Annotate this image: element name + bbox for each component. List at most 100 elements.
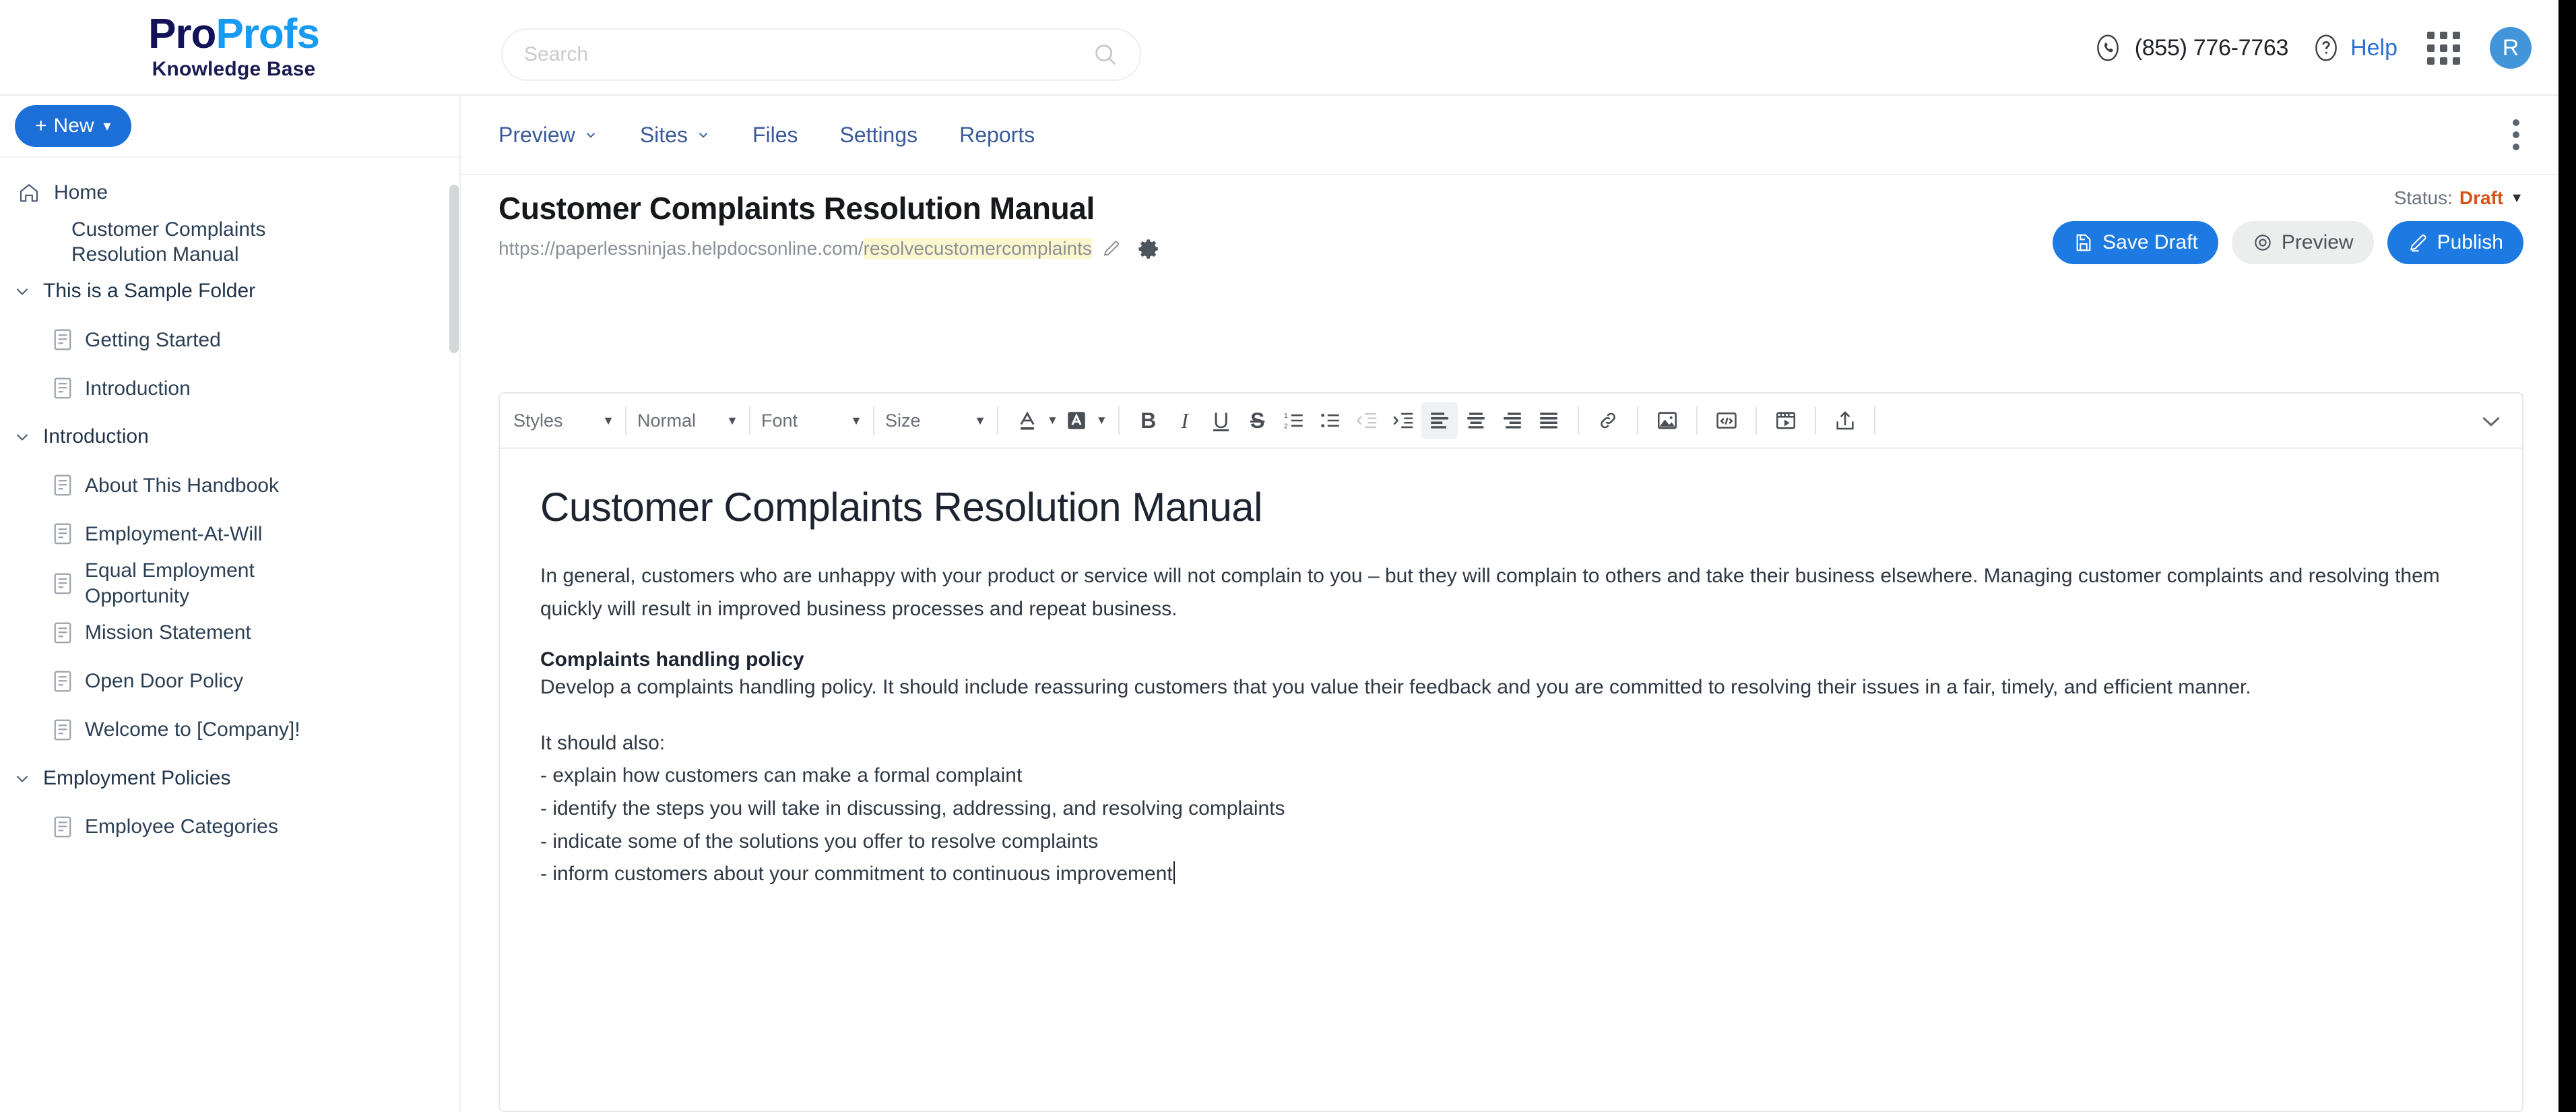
source-code-icon[interactable] [1708,402,1745,439]
svg-text:2: 2 [1284,423,1288,430]
new-button-plus: + [35,115,47,137]
background-color-group[interactable]: ▼ [1058,402,1107,439]
paragraph-format-dropdown[interactable]: Normal ▼ [637,403,738,438]
indent-icon[interactable] [1385,402,1421,439]
sidebar-item-this-is-a-sample-folder[interactable]: This is a Sample Folder [0,267,459,315]
strikethrough-icon[interactable]: S [1239,402,1276,439]
sidebar-item-employment-at-will[interactable]: Employment-At-Will [0,509,459,558]
search-input[interactable] [524,43,1093,66]
sidebar-item-label: Equal Employment Opportunity [85,559,255,607]
bold-icon[interactable]: B [1130,402,1167,439]
content-list-item-text: - inform customers about your commitment… [540,863,1173,886]
search-bar[interactable] [501,28,1141,81]
content-subheading: Complaints handling policy [540,648,804,671]
caret-down-icon: ▼ [2510,190,2523,206]
toolbar-divider [1755,406,1757,435]
sidebar-item-employment-policies[interactable]: Employment Policies [0,754,459,803]
content-list-item: - identify the steps you will take in di… [540,797,1285,820]
document-icon [54,671,71,692]
align-right-icon[interactable] [1494,402,1531,439]
button-label: Preview [2281,231,2354,253]
tab-files[interactable]: Files [752,123,798,148]
editor-toolbar: Styles ▼ Normal ▼ Font ▼ Size ▼ ▼ ▼ B I … [500,394,2522,449]
sidebar-tree: Home Customer Complaints Resolution Manu… [0,158,459,1108]
apps-grid-icon[interactable] [2427,31,2460,65]
more-vertical-icon[interactable] [2513,119,2519,150]
font-dropdown[interactable]: Font ▼ [761,403,862,438]
phone-link[interactable]: (855) 776-7763 [2093,33,2288,63]
outdent-icon[interactable] [1349,402,1385,439]
publish-button[interactable]: Publish [2387,221,2523,264]
app-logo[interactable]: ProProfs Knowledge Base [0,0,461,95]
text-color-icon[interactable] [1009,402,1045,439]
sidebar-item-employee-categories[interactable]: Employee Categories [0,803,459,851]
sidebar-item-open-door-policy[interactable]: Open Door Policy [0,657,459,706]
video-icon[interactable] [1768,402,1804,439]
sidebar-item-about-this-handbook[interactable]: About This Handbook [0,461,459,509]
sidebar-item-customer-complaints-resolution-manual[interactable]: Customer Complaints Resolution Manual [0,217,459,267]
image-icon[interactable] [1649,402,1685,439]
text-cursor [1173,861,1175,885]
new-button-label: New [53,115,94,137]
link-icon[interactable] [1590,402,1626,439]
sidebar-item-label: Customer Complaints Resolution Manual [71,218,266,266]
toolbar-expand-chevron-down-icon[interactable] [2478,407,2505,434]
bulleted-list-icon[interactable] [1312,402,1349,439]
sidebar-item-introduction-folder[interactable]: Introduction [0,412,459,461]
sidebar-scrollbar[interactable] [449,185,459,353]
align-justify-icon[interactable] [1531,402,1567,439]
caret-down-icon[interactable]: ▼ [1047,414,1058,427]
tab-sites[interactable]: Sites [640,123,711,148]
document-icon [54,622,71,644]
tab-label: Files [752,122,798,147]
document-icon [54,378,71,399]
sidebar-item-introduction[interactable]: Introduction [0,364,459,412]
underline-icon[interactable]: U [1203,402,1239,439]
new-button-row: + New ▾ [0,96,459,158]
tab-reports[interactable]: Reports [959,123,1035,148]
pencil-icon[interactable] [1101,239,1122,259]
content-list-item: - explain how customers can make a forma… [540,764,1023,787]
avatar[interactable]: R [2490,27,2532,69]
gear-icon[interactable] [1138,237,1161,260]
preview-button[interactable]: Preview [2231,221,2374,264]
logo-profs-text: Profs [216,11,319,57]
save-draft-button[interactable]: Save Draft [2053,221,2218,264]
editor-content[interactable]: Customer Complaints Resolution Manual In… [500,449,2522,891]
tab-label: Preview [498,122,575,147]
sidebar-item-equal-employment-opportunity[interactable]: Equal Employment Opportunity [0,558,459,608]
document-actions: Status: Draft ▼ Save Draft Preview Publi… [2053,187,2523,264]
help-link[interactable]: Help [2311,33,2397,63]
status-badge[interactable]: Status: Draft ▼ [2053,187,2523,209]
new-button[interactable]: + New ▾ [15,105,131,147]
background-color-icon[interactable] [1058,402,1095,439]
align-left-icon[interactable] [1421,402,1458,439]
toolbar-divider [873,406,874,435]
content-list-item-last: - inform customers about your commitment… [540,858,2482,891]
main-panel: Preview Sites Files Settings Reports Cus… [461,96,2558,1112]
tab-preview[interactable]: Preview [498,123,598,148]
text-color-group[interactable]: ▼ [1009,402,1058,439]
size-dropdown[interactable]: Size ▼ [885,403,986,438]
sidebar-item-getting-started[interactable]: Getting Started [0,315,459,364]
home-icon [20,184,38,202]
sidebar-item-home[interactable]: Home [0,168,459,217]
upload-icon[interactable] [1827,402,1863,439]
document-icon [54,573,71,594]
caret-down-icon[interactable]: ▼ [1096,414,1107,427]
styles-dropdown[interactable]: Styles ▼ [513,403,614,438]
phone-number: (855) 776-7763 [2134,34,2289,61]
chevron-down-icon: ▾ [103,117,111,134]
svg-text:1: 1 [1284,412,1288,420]
content-heading: Customer Complaints Resolution Manual [540,485,1263,530]
sidebar-item-welcome-to-company[interactable]: Welcome to [Company]! [0,706,459,754]
dropdown-label: Size [885,410,921,431]
sidebar-item-label: Introduction [43,425,149,448]
numbered-list-icon[interactable]: 1 2 [1276,402,1312,439]
align-center-icon[interactable] [1458,402,1494,439]
tab-settings[interactable]: Settings [840,123,918,148]
sidebar-item-label: Mission Statement [85,621,251,644]
question-circle-icon [2315,34,2337,61]
italic-icon[interactable]: I [1167,402,1203,439]
sidebar-item-mission-statement[interactable]: Mission Statement [0,609,459,657]
